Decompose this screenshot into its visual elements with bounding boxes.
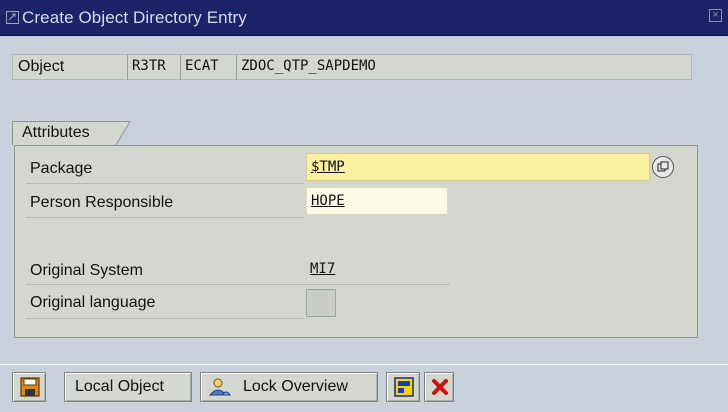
display-icon — [394, 377, 414, 397]
local-object-label: Local Object — [75, 378, 164, 395]
window-titlebar[interactable]: Create Object Directory Entry × — [0, 0, 728, 36]
display-button[interactable] — [386, 372, 420, 402]
close-icon[interactable]: × — [709, 9, 722, 22]
object-type: ECAT — [180, 54, 236, 80]
local-object-button[interactable]: Local Object — [64, 372, 192, 402]
save-icon — [20, 377, 40, 397]
original-system-value: MI7 — [306, 257, 348, 283]
lock-overview-label: Lock Overview — [243, 378, 348, 395]
window-icon — [6, 11, 19, 24]
person-responsible-label: Person Responsible — [30, 194, 174, 211]
toolbar-separator — [0, 364, 728, 365]
save-button[interactable] — [12, 372, 46, 402]
users-icon — [209, 378, 231, 396]
original-system-label: Original System — [30, 262, 143, 279]
window-title: Create Object Directory Entry — [22, 8, 247, 27]
original-language-field — [306, 289, 336, 317]
object-label: Object — [18, 58, 65, 75]
person-row-line — [26, 217, 304, 218]
cancel-button[interactable] — [424, 372, 454, 402]
original-language-label: Original language — [30, 294, 156, 311]
object-name: ZDOC_QTP_SAPDEMO — [236, 54, 476, 80]
lock-overview-button[interactable]: Lock Overview — [200, 372, 378, 402]
package-label: Package — [30, 160, 93, 177]
object-pgmid: R3TR — [127, 54, 178, 80]
package-field[interactable]: $TMP — [306, 153, 650, 181]
cancel-icon — [432, 379, 448, 395]
person-responsible-field[interactable]: HOPE — [306, 187, 448, 215]
attributes-group-title: Attributes — [22, 124, 90, 141]
package-row-line — [26, 183, 304, 184]
value-help-icon[interactable] — [652, 156, 674, 178]
language-row-line — [26, 318, 304, 319]
system-row-line — [26, 284, 450, 285]
